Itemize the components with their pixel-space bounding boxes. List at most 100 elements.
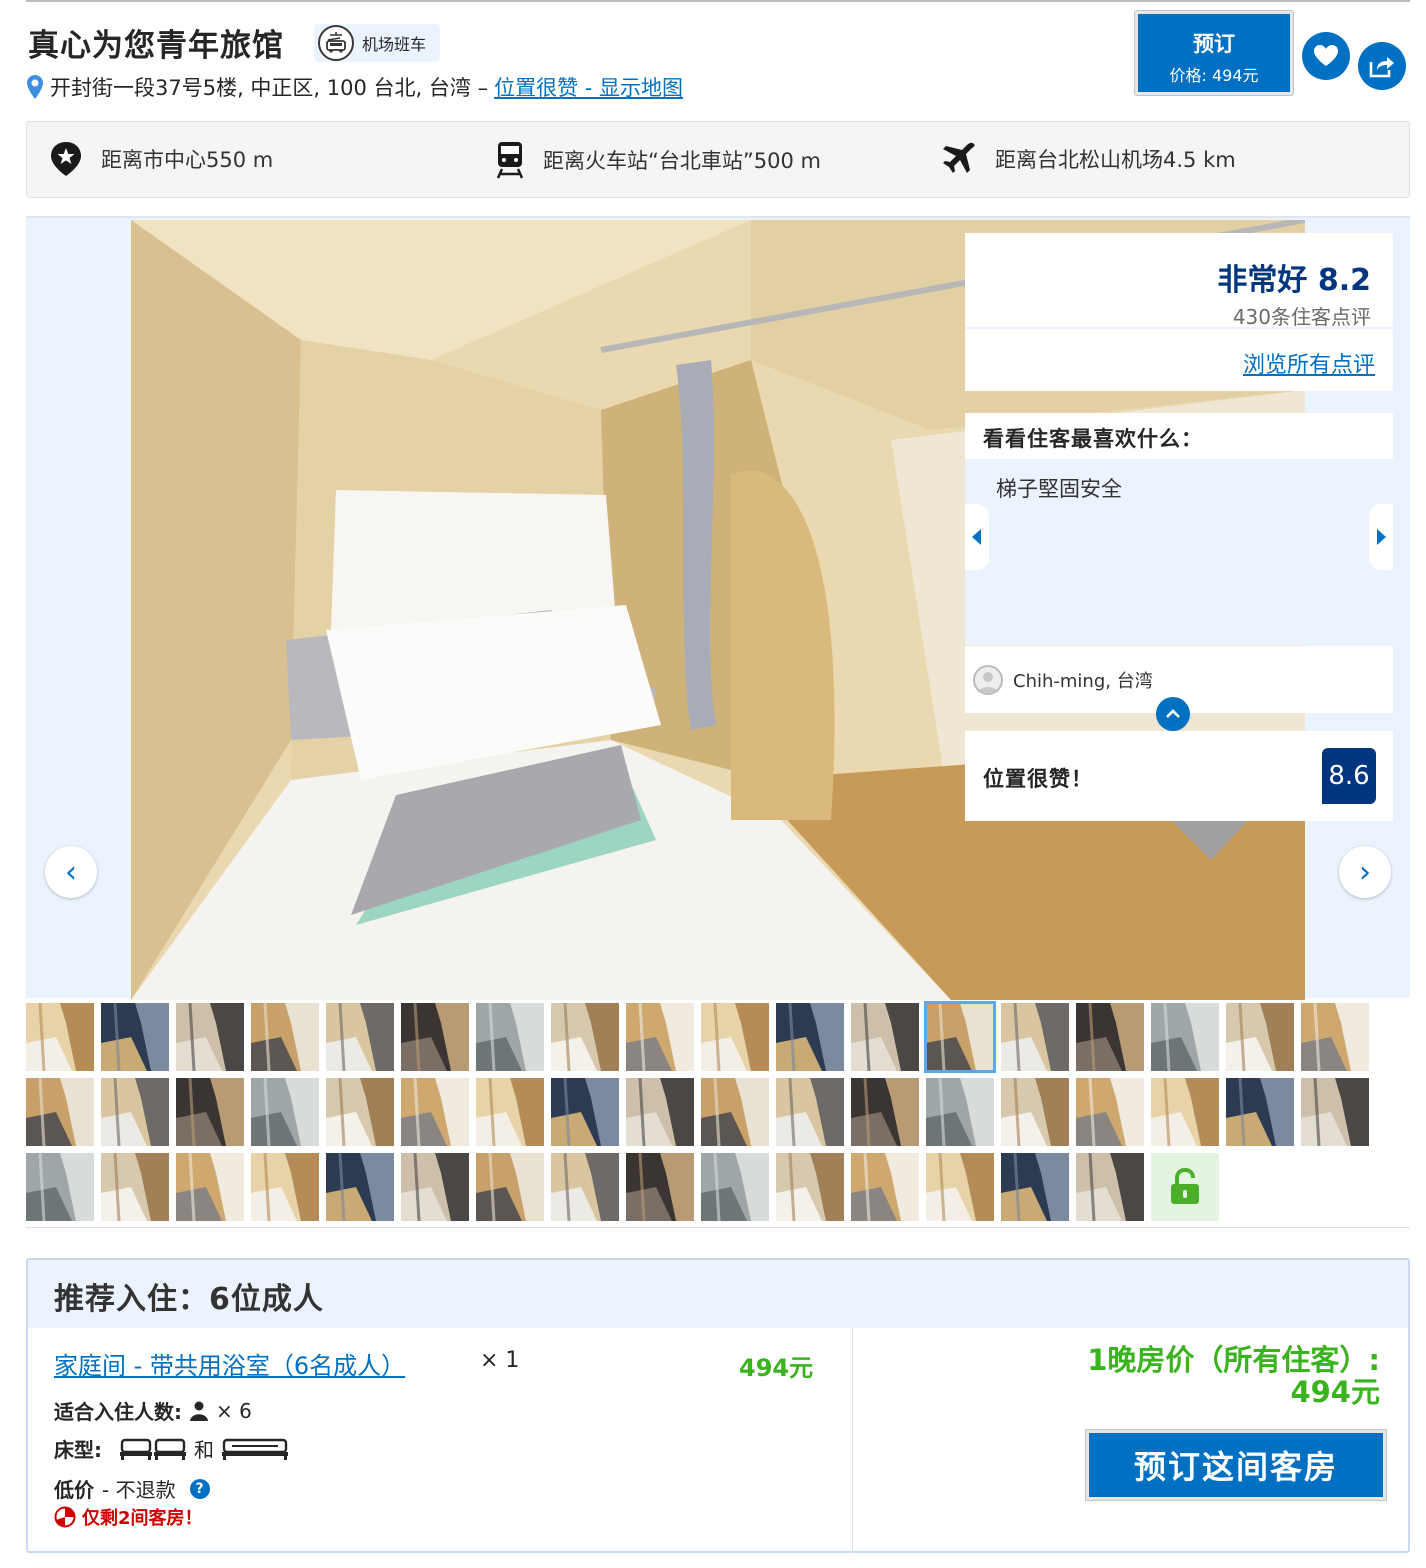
gallery-thumbnail[interactable] <box>626 1078 694 1146</box>
gallery-thumbnail[interactable] <box>401 1078 469 1146</box>
total-price-label: 1晚房价（所有住客）: <box>1087 1343 1380 1377</box>
gallery-thumbnail[interactable] <box>851 1078 919 1146</box>
distance-bar: 距离市中心550 m 距离火车站“台北車站”500 m 距离台北松山机场4.5 … <box>26 121 1410 198</box>
likes-prev-button[interactable] <box>965 504 989 570</box>
gallery-thumbnail[interactable] <box>401 1153 469 1221</box>
recommendation-divider <box>852 1328 853 1553</box>
gallery-thumbnail[interactable] <box>1226 1078 1294 1146</box>
gallery-thumbnail[interactable] <box>1001 1078 1069 1146</box>
gallery-thumbnail[interactable] <box>251 1003 319 1071</box>
guest-likes-heading: 看看住客最喜欢什么： <box>965 413 1393 459</box>
triangle-right-icon <box>1377 529 1386 545</box>
gallery-thumbnail[interactable] <box>176 1003 244 1071</box>
gallery-thumbnail[interactable] <box>26 1153 94 1221</box>
book-room-button[interactable]: 预订这间客房 <box>1085 1429 1387 1501</box>
gallery-thumbnail[interactable] <box>1151 1078 1219 1146</box>
gallery-thumbnail[interactable] <box>476 1003 544 1071</box>
gallery-thumbnail[interactable] <box>1076 1153 1144 1221</box>
hotel-title: 真心为您青年旅馆 <box>28 28 284 64</box>
reserve-button[interactable]: 预订 价格: 494元 <box>1134 10 1294 96</box>
gallery-thumbnail[interactable] <box>476 1078 544 1146</box>
gallery-thumbnail[interactable] <box>924 1001 996 1073</box>
share-button[interactable] <box>1358 42 1406 90</box>
bed-type-row: 床型: 和 <box>54 1434 288 1463</box>
save-favorite-button[interactable] <box>1302 32 1350 80</box>
gallery-thumbnail[interactable] <box>101 1078 169 1146</box>
gallery-thumbnail[interactable] <box>101 1153 169 1221</box>
gallery-thumbnail[interactable] <box>851 1003 919 1071</box>
gallery-thumbnail[interactable] <box>401 1003 469 1071</box>
gallery-thumbnail[interactable] <box>626 1153 694 1221</box>
airplane-icon <box>943 142 975 173</box>
gallery-thumbnail[interactable] <box>701 1078 769 1146</box>
gallery-thumbnail[interactable] <box>776 1078 844 1146</box>
gallery-thumbnail[interactable] <box>551 1078 619 1146</box>
shuttle-badge-label: 机场班车 <box>362 35 427 54</box>
gallery-thumbnail[interactable] <box>551 1003 619 1071</box>
gallery-thumbnail[interactable] <box>176 1078 244 1146</box>
gallery-thumbnail[interactable] <box>476 1153 544 1221</box>
collapse-button[interactable] <box>1156 697 1190 731</box>
gallery-thumbnail[interactable] <box>1301 1003 1369 1071</box>
guest-likes-quote: 梯子堅固安全 <box>996 477 1122 501</box>
address-text: 开封街一段37号5楼, 中正区, 100 台北, 台湾 – <box>50 76 489 100</box>
gallery-thumbnail[interactable] <box>251 1078 319 1146</box>
gallery-thumbnail[interactable] <box>701 1003 769 1071</box>
occupancy-label: 适合入住人数: <box>54 1400 182 1424</box>
unlock-more-photos-thumbnail[interactable] <box>1151 1153 1219 1221</box>
reserve-button-label: 预订 <box>1193 32 1235 56</box>
gallery-thumbnail[interactable] <box>101 1003 169 1071</box>
gallery-prev-button[interactable]: ‹ <box>45 846 97 898</box>
top-border <box>26 0 1410 2</box>
show-map-link[interactable]: 位置很赞 - 显示地图 <box>494 72 683 102</box>
gallery-thumbnail[interactable] <box>551 1153 619 1221</box>
gallery-thumbnail[interactable] <box>1076 1003 1144 1071</box>
unlock-icon <box>1171 1168 1199 1204</box>
gallery-thumbnail[interactable] <box>776 1153 844 1221</box>
recommendation-box: 推荐入住：6位成人 家庭间 - 带共用浴室（6名成人） × 1 494元 适合入… <box>26 1258 1410 1553</box>
all-reviews-link[interactable]: 浏览所有点评 <box>1243 353 1375 378</box>
gallery-thumbnail[interactable] <box>926 1153 994 1221</box>
gallery-thumbnail[interactable] <box>1001 1153 1069 1221</box>
review-summary-panel: 非常好 8.2 430条住客点评 浏览所有点评 <box>965 233 1393 391</box>
scarcity-warning: 仅剩2间客房！ <box>54 1504 203 1530</box>
share-icon <box>1369 57 1394 78</box>
guest-likes-carousel: 梯子堅固安全 <box>965 459 1393 645</box>
review-rating: 非常好 8.2 <box>1217 263 1371 298</box>
gallery-thumbnail[interactable] <box>626 1003 694 1071</box>
gallery-thumbnail[interactable] <box>776 1003 844 1071</box>
reviewer-avatar <box>973 664 1003 695</box>
gallery-thumbnail[interactable] <box>26 1003 94 1071</box>
reserve-button-price: 价格: 494元 <box>1169 66 1259 85</box>
bed-type-conjunction: 和 <box>194 1438 214 1462</box>
gallery-thumbnail[interactable] <box>1226 1003 1294 1071</box>
gallery-thumbnail[interactable] <box>701 1153 769 1221</box>
total-price-value: 494元 <box>1290 1375 1380 1409</box>
gallery-thumbnail[interactable] <box>326 1078 394 1146</box>
gallery-thumbnail[interactable] <box>1076 1078 1144 1146</box>
single-bed-icon <box>154 1438 186 1460</box>
gallery-thumbnail[interactable] <box>1001 1003 1069 1071</box>
gallery-thumbnail[interactable] <box>1151 1003 1219 1071</box>
gallery-thumbnail[interactable] <box>176 1153 244 1221</box>
gallery-next-button[interactable]: › <box>1339 846 1391 898</box>
distance-train-station-text: 距离火车站“台北車站”500 m <box>543 149 821 173</box>
location-score-box: 位置很赞！ 8.6 <box>965 731 1393 821</box>
gallery-thumbnail[interactable] <box>251 1153 319 1221</box>
distance-airport: 距离台北松山机场4.5 km <box>941 141 1236 177</box>
likes-next-button[interactable] <box>1369 504 1393 570</box>
gallery-thumbnail[interactable] <box>326 1003 394 1071</box>
train-icon <box>496 142 524 179</box>
room-type-link[interactable]: 家庭间 - 带共用浴室（6名成人） <box>54 1346 405 1381</box>
gallery-thumbnail[interactable] <box>326 1153 394 1221</box>
gallery-thumbnail[interactable] <box>26 1078 94 1146</box>
airport-shuttle-badge: 机场班车 <box>314 24 441 62</box>
help-icon[interactable]: ? <box>189 1478 210 1499</box>
price-label: 低价 <box>54 1478 94 1502</box>
address-row: 开封街一段37号5楼, 中正区, 100 台北, 台湾 – 位置很赞 - 显示地… <box>26 72 683 102</box>
person-icon <box>190 1401 208 1421</box>
gallery-thumbnail[interactable] <box>1301 1078 1369 1146</box>
gallery-thumbnail[interactable] <box>926 1078 994 1146</box>
gallery-thumbnail[interactable] <box>851 1153 919 1221</box>
occupancy-row: 适合入住人数: × 6 <box>54 1396 252 1425</box>
